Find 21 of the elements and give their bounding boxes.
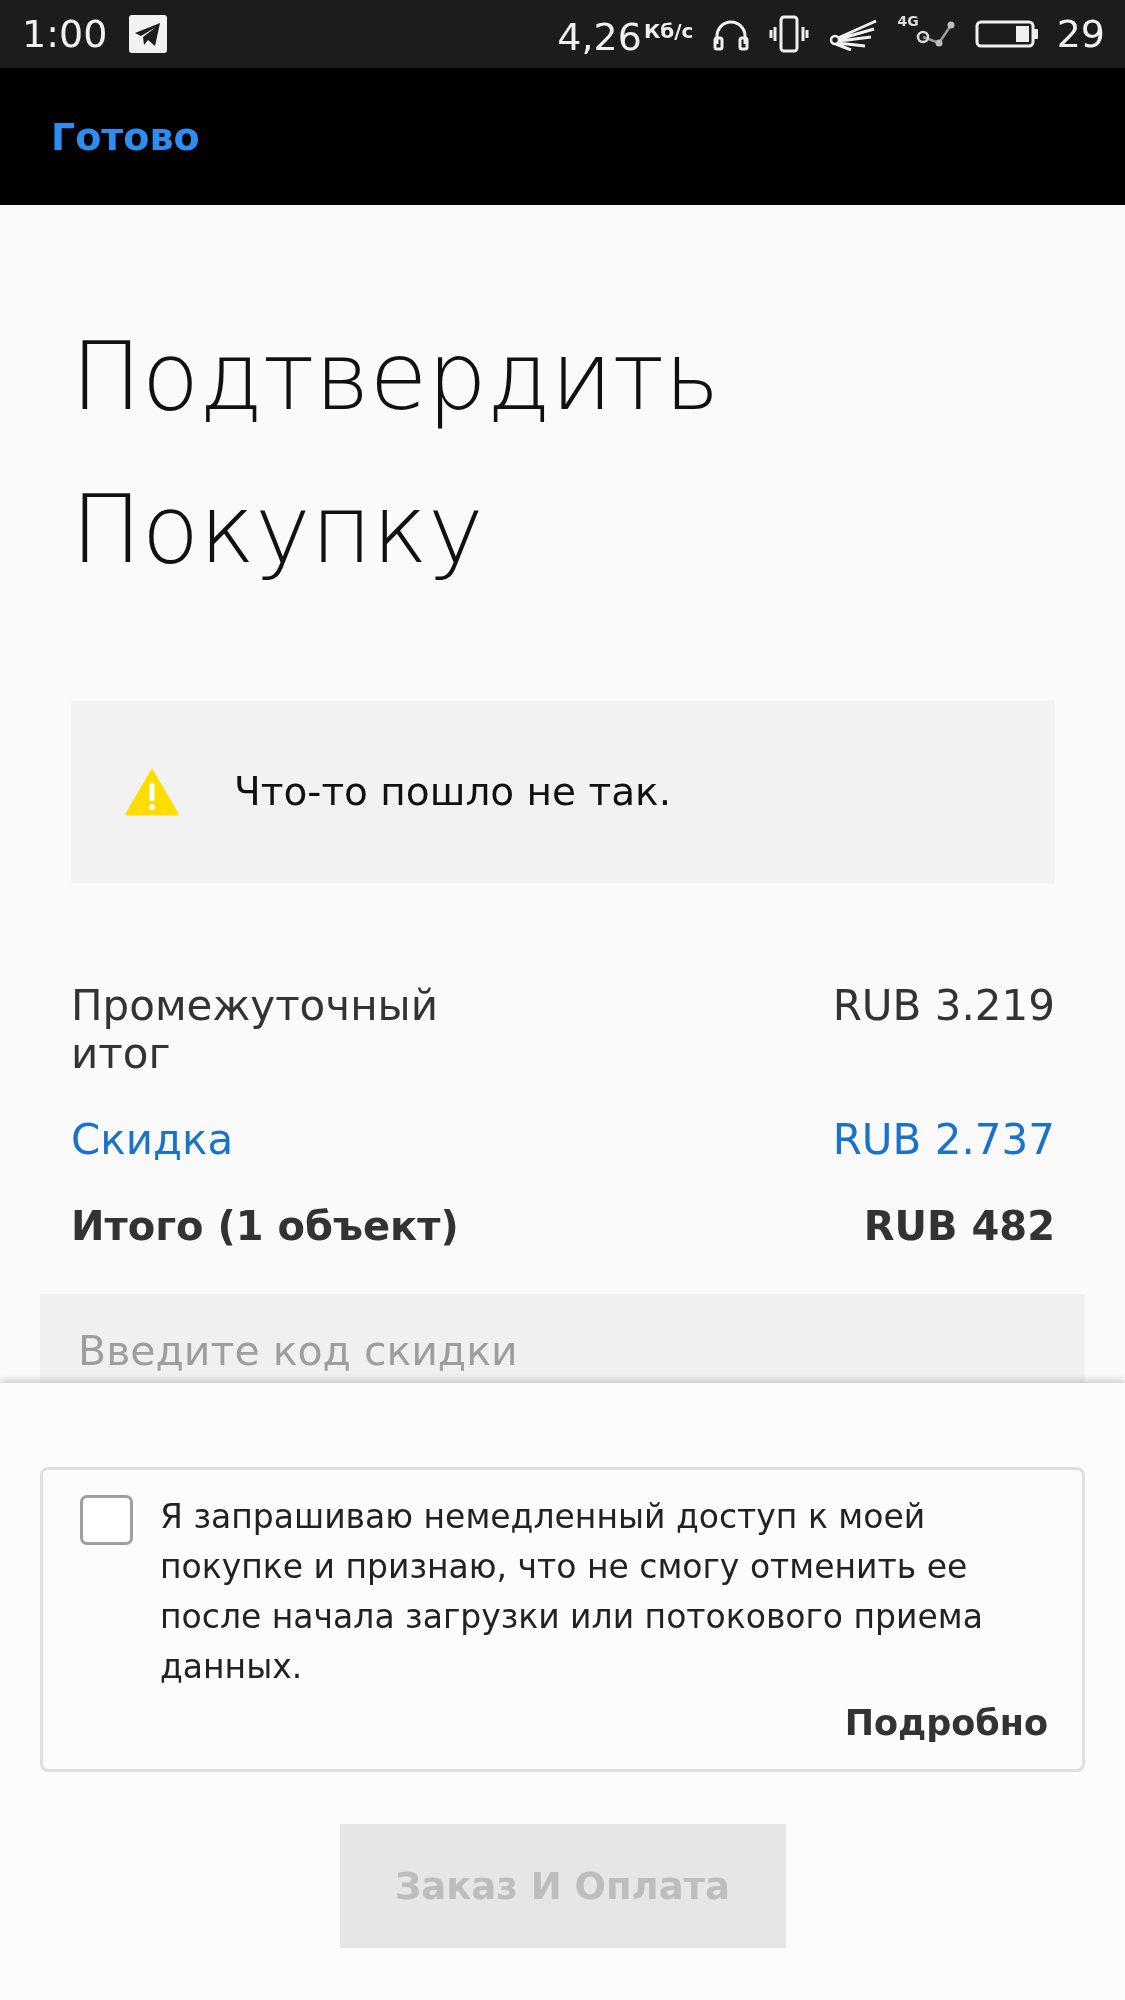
clock-time: 1:00 bbox=[22, 12, 108, 56]
discount-code-field[interactable]: Введите код скидки bbox=[40, 1294, 1085, 1383]
battery-percent: 29 bbox=[1056, 12, 1105, 56]
subtotal-label: Промежуточный итог bbox=[71, 982, 440, 1078]
network-speed: 4,26$^{Кб/с}$ bbox=[557, 14, 694, 59]
total-value: RUB 482 bbox=[863, 1202, 1055, 1250]
done-button[interactable]: Готово bbox=[51, 113, 200, 160]
subtotal-value: RUB 3.219 bbox=[832, 982, 1055, 1030]
details-link[interactable]: Подробно bbox=[844, 1702, 1048, 1744]
consent-text: Я запрашиваю немедленный доступ к моей покупке и признаю, что не смогу отменить ее после начала загрузки или потокового приема данных. bbox=[160, 1496, 984, 1688]
discount-label: Скидка bbox=[71, 1116, 234, 1164]
total-label: Итого (1 объект) bbox=[71, 1202, 459, 1250]
warning-icon bbox=[125, 768, 179, 816]
network-type-label: 4G bbox=[897, 13, 919, 29]
battery-icon bbox=[974, 19, 1039, 49]
checkbox[interactable] bbox=[80, 1495, 133, 1545]
page-title: Подтвердить Покупку bbox=[71, 321, 721, 586]
alert-message: Что-то пошло не так. bbox=[234, 768, 672, 816]
discount-value: RUB 2.737 bbox=[832, 1116, 1055, 1164]
vibrate-icon bbox=[769, 14, 810, 54]
paper-plane-icon bbox=[129, 15, 168, 53]
